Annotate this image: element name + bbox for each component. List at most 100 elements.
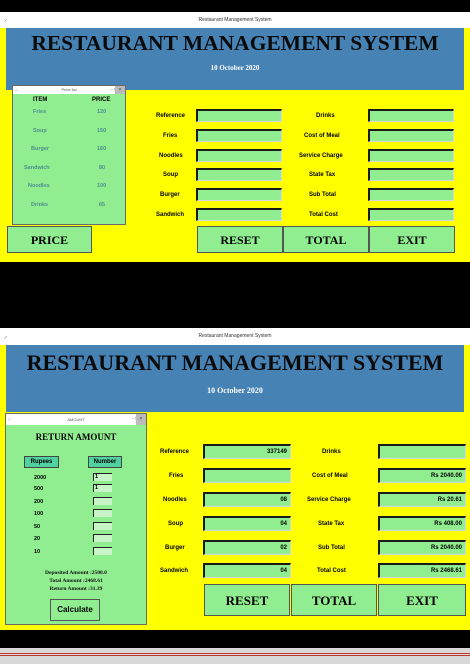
fries-field[interactable] [203, 468, 291, 483]
cost-of-meal-field[interactable]: Rs 2040.00 [378, 468, 466, 483]
top-app-window: ⸝ Restaurant Management System - □ × RES… [0, 12, 470, 262]
close-icon[interactable]: × [136, 414, 146, 425]
taskbar-strip [0, 648, 470, 664]
app-header: RESTAURANT MANAGEMENT SYSTEM 10 October … [6, 28, 464, 90]
price-list-controls[interactable]: - □ × [103, 86, 125, 94]
rupee-denomination: 500 [34, 486, 44, 492]
label-cost-of-meal: Cost of Meal [304, 133, 340, 139]
denomination-count-input[interactable]: 1 [93, 484, 112, 492]
calculate-button[interactable]: Calculate [50, 599, 100, 621]
price-item-name: Burger [31, 146, 50, 152]
deposited-amount: Deposited Amount :2500.0 [45, 570, 107, 576]
denomination-count-input[interactable] [93, 522, 112, 530]
label-noodles: Noodles [159, 153, 183, 159]
label-state-tax: State Tax [318, 521, 345, 527]
denomination-count-input[interactable] [93, 509, 112, 517]
sandwich-field[interactable]: 04 [203, 563, 291, 578]
soup-field[interactable] [196, 168, 282, 181]
label-sandwich: Sandwich [156, 212, 185, 218]
number-column-header: Number [88, 456, 122, 468]
reference-field[interactable] [196, 109, 282, 122]
denomination-count-input[interactable] [93, 547, 112, 555]
label-burger: Burger [160, 192, 180, 198]
close-icon[interactable]: × [115, 86, 125, 94]
sub-total-field[interactable] [368, 188, 454, 201]
price-item-name: Noodles [28, 183, 50, 189]
noodles-field[interactable] [196, 149, 282, 162]
total-cost-field[interactable] [368, 208, 454, 221]
label-sub-total: Sub Total [309, 192, 336, 198]
rupee-denomination: 10 [34, 549, 41, 555]
denomination-count-input[interactable] [93, 534, 112, 542]
label-reference: Reference [156, 113, 186, 119]
feather-icon: ⸝ [4, 333, 8, 340]
rupee-denomination: 20 [34, 536, 41, 542]
drinks-field[interactable] [378, 444, 466, 459]
amount-controls[interactable]: - □ × [124, 414, 146, 425]
divider [0, 653, 470, 654]
label-burger: Burger [165, 545, 185, 551]
rupee-denomination: 200 [34, 499, 44, 505]
price-header: PRICE [92, 97, 111, 103]
label-total-cost: Total Cost [317, 568, 346, 574]
label-service-charge: Service Charge [299, 153, 343, 159]
app-title: RESTAURANT MANAGEMENT SYSTEM [26, 350, 444, 375]
total-amount: Total Amount :2468.61 [49, 578, 103, 584]
price-list-window: ⸝ Price list - □ × ITEM PRICE Fries 120 S… [12, 85, 126, 225]
rupee-denomination: 100 [34, 511, 44, 517]
price-item-name: Soup [33, 128, 47, 134]
exit-button[interactable]: EXIT [378, 584, 466, 616]
label-service-charge: Service Charge [307, 497, 351, 503]
rupees-column-header: Rupees [24, 456, 59, 468]
price-item-name: Sandwich [24, 165, 50, 171]
total-button[interactable]: TOTAL [283, 226, 369, 253]
price-item-value: 100 [97, 183, 107, 189]
cost-of-meal-field[interactable] [368, 129, 454, 142]
label-reference: Reference [160, 449, 190, 455]
noodles-field[interactable]: 08 [203, 492, 291, 507]
label-sandwich: Sandwich [160, 568, 189, 574]
price-item-name: Fries [33, 109, 47, 115]
reset-button[interactable]: RESET [197, 226, 283, 253]
denomination-count-input[interactable] [93, 497, 112, 505]
sub-total-field[interactable]: Rs 2040.00 [378, 540, 466, 555]
amount-titlebar: ⸝ AMOUNT - □ × [6, 414, 146, 425]
bottom-app-window: ⸝ Restaurant Management System - □ × RES… [0, 328, 470, 630]
soup-field[interactable]: 04 [203, 516, 291, 531]
window-title: Restaurant Management System [198, 333, 272, 339]
state-tax-field[interactable] [368, 168, 454, 181]
drinks-field[interactable] [368, 109, 454, 122]
price-item-value: 150 [97, 128, 107, 134]
amount-title: AMOUNT [67, 417, 85, 422]
feather-icon: ⸝ [8, 416, 11, 422]
top-titlebar: ⸝ Restaurant Management System - □ × [0, 12, 470, 39]
service-charge-field[interactable]: Rs 20.61 [378, 492, 466, 507]
label-sub-total: Sub Total [318, 545, 345, 551]
reference-field[interactable]: 337149 [203, 444, 291, 459]
price-item-value: 65 [99, 202, 106, 208]
exit-button[interactable]: EXIT [369, 226, 455, 253]
window-title: Restaurant Management System [198, 17, 272, 23]
burger-field[interactable] [196, 188, 282, 201]
total-button[interactable]: TOTAL [291, 584, 377, 616]
denomination-count-input[interactable]: 1 [93, 473, 112, 481]
date-label: 10 October 2020 [210, 64, 260, 72]
return-amount: Return Amount :31.39 [49, 586, 103, 592]
burger-field[interactable]: 02 [203, 540, 291, 555]
label-fries: Fries [163, 133, 178, 139]
service-charge-field[interactable] [368, 149, 454, 162]
price-list-title: Price list [61, 87, 77, 92]
item-header: ITEM [33, 97, 48, 103]
total-cost-field[interactable]: Rs 2468.61 [378, 563, 466, 578]
feather-icon: ⸝ [15, 87, 18, 93]
sandwich-field[interactable] [196, 208, 282, 221]
divider [0, 655, 470, 656]
bottom-titlebar: ⸝ Restaurant Management System - □ × [0, 328, 470, 356]
label-noodles: Noodles [163, 497, 187, 503]
reset-button[interactable]: RESET [204, 584, 290, 616]
fries-field[interactable] [196, 129, 282, 142]
label-total-cost: Total Cost [309, 212, 338, 218]
state-tax-field[interactable]: Rs 408.00 [378, 516, 466, 531]
price-button[interactable]: PRICE [7, 226, 92, 253]
feather-icon: ⸝ [4, 16, 8, 23]
